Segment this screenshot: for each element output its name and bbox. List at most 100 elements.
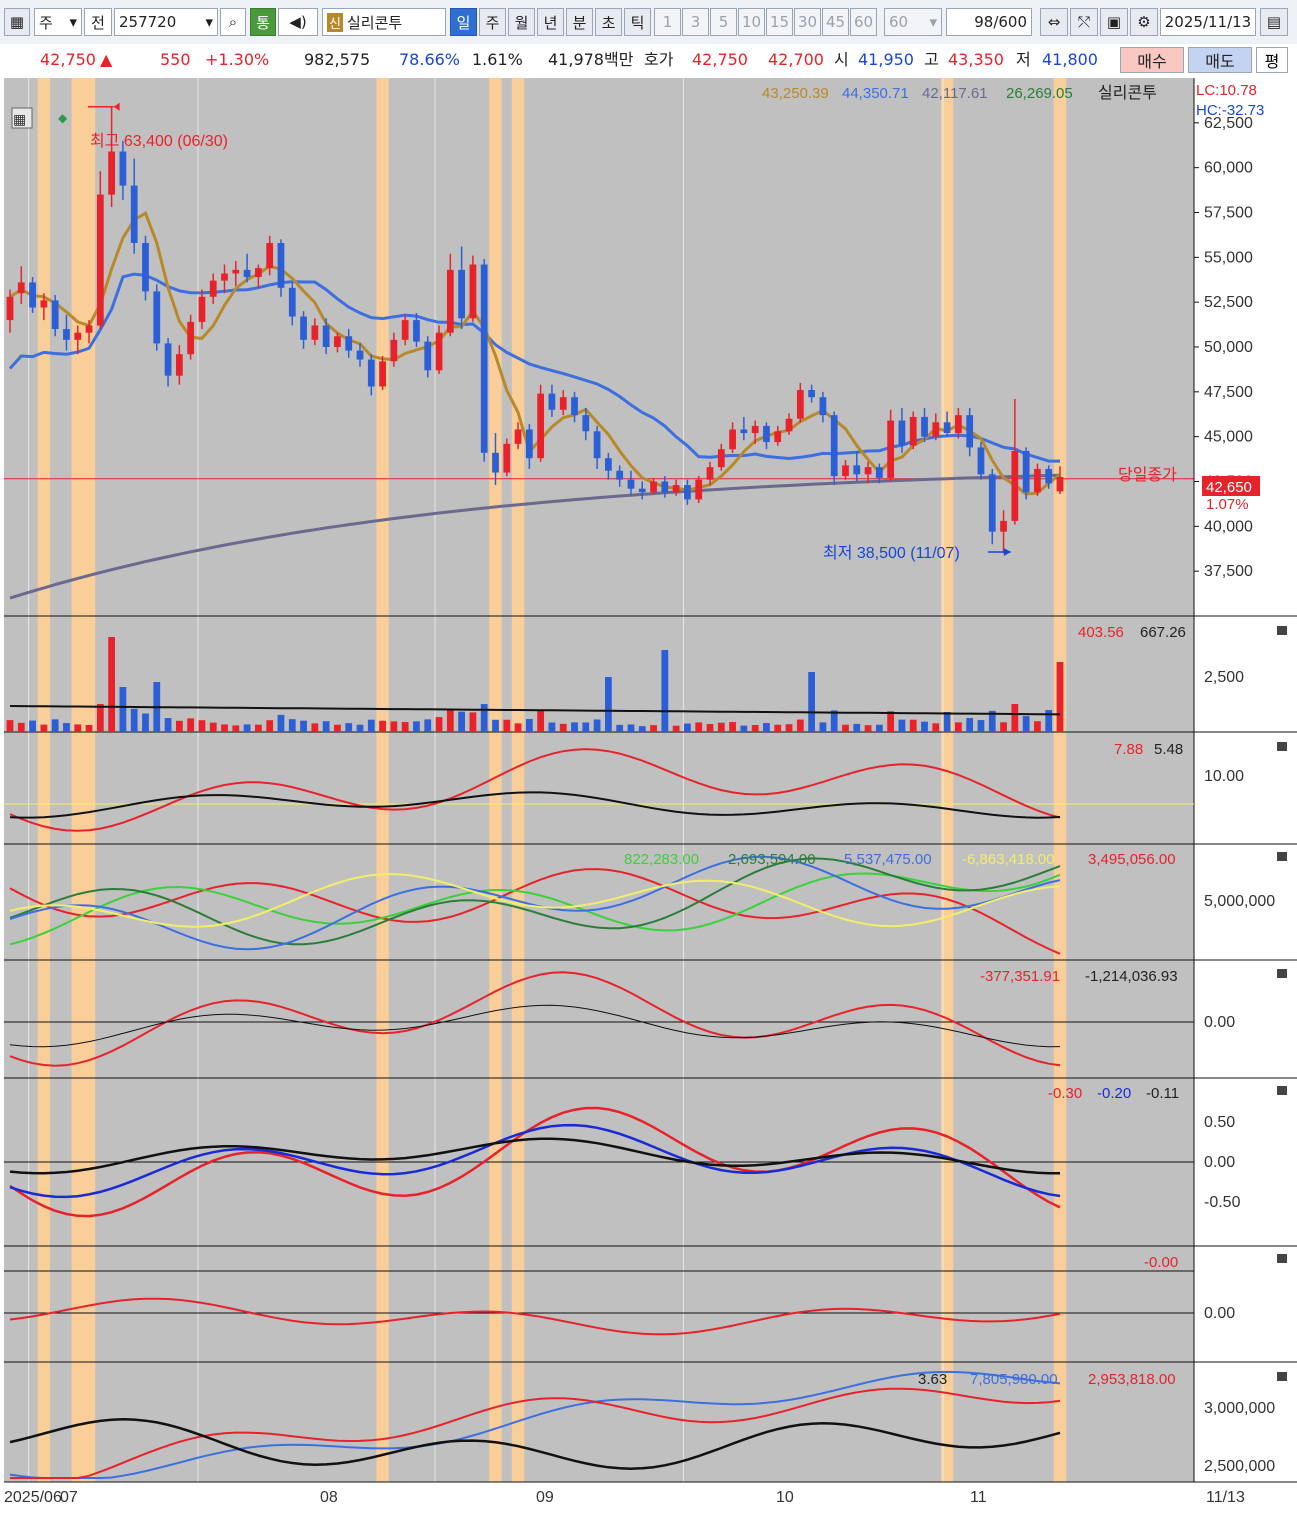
volume-bar[interactable] xyxy=(401,722,409,732)
interval-tab-5[interactable]: 30 xyxy=(794,8,821,36)
volume-bar[interactable] xyxy=(559,723,567,732)
candle[interactable] xyxy=(480,259,488,462)
volume-bar[interactable] xyxy=(1056,662,1064,732)
sell-button[interactable]: 매도 xyxy=(1188,47,1252,73)
volume-bar[interactable] xyxy=(729,722,736,732)
volume-bar[interactable] xyxy=(277,714,285,732)
volume-bar[interactable] xyxy=(198,720,206,732)
volume-bar[interactable] xyxy=(1034,721,1041,732)
period-tab-6[interactable]: 틱 xyxy=(624,8,651,36)
volume-bar[interactable] xyxy=(187,718,195,732)
candle[interactable] xyxy=(503,438,511,477)
search-icon[interactable]: ⌕ xyxy=(220,8,246,36)
interval-tab-1[interactable]: 3 xyxy=(682,8,709,36)
volume-bar[interactable] xyxy=(627,724,635,732)
volume-close-icon[interactable] xyxy=(1277,626,1287,635)
volume-bar[interactable] xyxy=(808,672,815,732)
volume-bar[interactable] xyxy=(909,719,917,732)
volume-bar[interactable] xyxy=(695,722,703,732)
volume-bar[interactable] xyxy=(356,724,364,732)
volume-bar[interactable] xyxy=(130,708,138,732)
period-tab-2[interactable]: 월 xyxy=(508,8,535,36)
panel5-close-icon[interactable] xyxy=(1277,969,1287,978)
volume-bar[interactable] xyxy=(322,721,330,732)
interval-tab-4[interactable]: 15 xyxy=(766,8,793,36)
volume-bar[interactable] xyxy=(830,710,838,732)
volume-bar[interactable] xyxy=(864,725,872,732)
volume-bar[interactable] xyxy=(300,720,307,732)
volume-bar[interactable] xyxy=(751,724,759,732)
volume-bar[interactable] xyxy=(740,725,748,732)
volume-bar[interactable] xyxy=(717,722,725,732)
panel7-close-icon[interactable] xyxy=(1277,1254,1287,1263)
volume-bar[interactable] xyxy=(943,712,951,732)
stock-name-field[interactable]: 신 실리콘투 xyxy=(322,8,446,36)
volume-bar[interactable] xyxy=(142,713,149,732)
candle[interactable] xyxy=(695,476,703,504)
volume-bar[interactable] xyxy=(593,719,601,732)
volume-bar[interactable] xyxy=(390,721,398,732)
period-tab-1[interactable]: 주 xyxy=(479,8,506,36)
volume-bar[interactable] xyxy=(119,687,127,732)
period-tab-5[interactable]: 초 xyxy=(595,8,622,36)
volume-bar[interactable] xyxy=(40,724,48,732)
volume-bar[interactable] xyxy=(966,718,974,732)
volume-bar[interactable] xyxy=(85,724,93,732)
volume-bar[interactable] xyxy=(108,637,115,732)
volume-bar[interactable] xyxy=(525,718,533,732)
market-select[interactable]: 주 ▾ xyxy=(34,8,82,36)
volume-bar[interactable] xyxy=(458,711,465,732)
interval-tab-6[interactable]: 45 xyxy=(822,8,849,36)
panel3-close-icon[interactable] xyxy=(1277,742,1287,751)
volume-bar[interactable] xyxy=(921,721,928,732)
volume-bar[interactable] xyxy=(672,725,680,732)
panel8-close-icon[interactable] xyxy=(1277,1372,1287,1381)
volume-bar[interactable] xyxy=(616,724,624,732)
candle[interactable] xyxy=(909,411,917,450)
chart-svg[interactable]: 62,50060,00057,50055,00052,50050,00047,5… xyxy=(0,76,1297,1510)
volume-bar[interactable] xyxy=(650,725,657,732)
buy-button[interactable]: 매수 xyxy=(1120,47,1184,73)
volume-bar[interactable] xyxy=(537,709,545,732)
volume-bar[interactable] xyxy=(785,724,793,732)
volume-bar[interactable] xyxy=(266,720,274,732)
candle[interactable] xyxy=(29,277,36,313)
volume-bar[interactable] xyxy=(503,719,511,732)
candle[interactable] xyxy=(142,235,149,301)
chart-area[interactable]: 62,500 60,000 57,500 55,000 52,500 50,000 47,5… xyxy=(0,76,1297,1510)
volume-bar[interactable] xyxy=(932,723,940,732)
volume-bar[interactable] xyxy=(288,719,296,732)
volume-bar[interactable] xyxy=(1011,704,1019,732)
volume-bar[interactable] xyxy=(334,724,341,732)
volume-bar[interactable] xyxy=(232,725,240,732)
volume-bar[interactable] xyxy=(175,720,183,732)
volume-bar[interactable] xyxy=(842,724,849,732)
volume-bar[interactable] xyxy=(6,720,14,732)
volume-bar[interactable] xyxy=(774,724,782,732)
count-field[interactable]: 98/600 xyxy=(946,8,1032,36)
code-input[interactable]: 257720 ▾ xyxy=(114,8,218,36)
volume-bar[interactable] xyxy=(955,722,962,732)
interval-tab-3[interactable]: 10 xyxy=(738,8,765,36)
period-tab-0[interactable]: 일 xyxy=(450,8,477,36)
volume-bar[interactable] xyxy=(492,719,499,732)
volume-bar[interactable] xyxy=(582,722,590,732)
volume-bar[interactable] xyxy=(661,650,669,732)
date-field[interactable]: 2025/11/13 xyxy=(1160,8,1256,36)
volume-bar[interactable] xyxy=(548,722,556,732)
volume-bar[interactable] xyxy=(571,722,578,732)
volume-bar[interactable] xyxy=(51,719,59,732)
volume-bar[interactable] xyxy=(29,720,36,732)
volume-bar[interactable] xyxy=(367,719,375,732)
volume-bar[interactable] xyxy=(1000,722,1007,732)
zoom-icon[interactable]: ⇔ xyxy=(1040,8,1068,36)
panel4-close-icon[interactable] xyxy=(1277,852,1287,861)
volume-bar[interactable] xyxy=(796,719,804,732)
volume-bar[interactable] xyxy=(413,721,420,732)
volume-bar[interactable] xyxy=(977,720,985,732)
candle[interactable] xyxy=(977,442,985,480)
period-tab-4[interactable]: 분 xyxy=(566,8,593,36)
gear-icon[interactable]: ⚙ xyxy=(1130,8,1158,36)
tong-button[interactable]: 통 xyxy=(250,8,276,36)
volume-bar[interactable] xyxy=(435,717,443,732)
